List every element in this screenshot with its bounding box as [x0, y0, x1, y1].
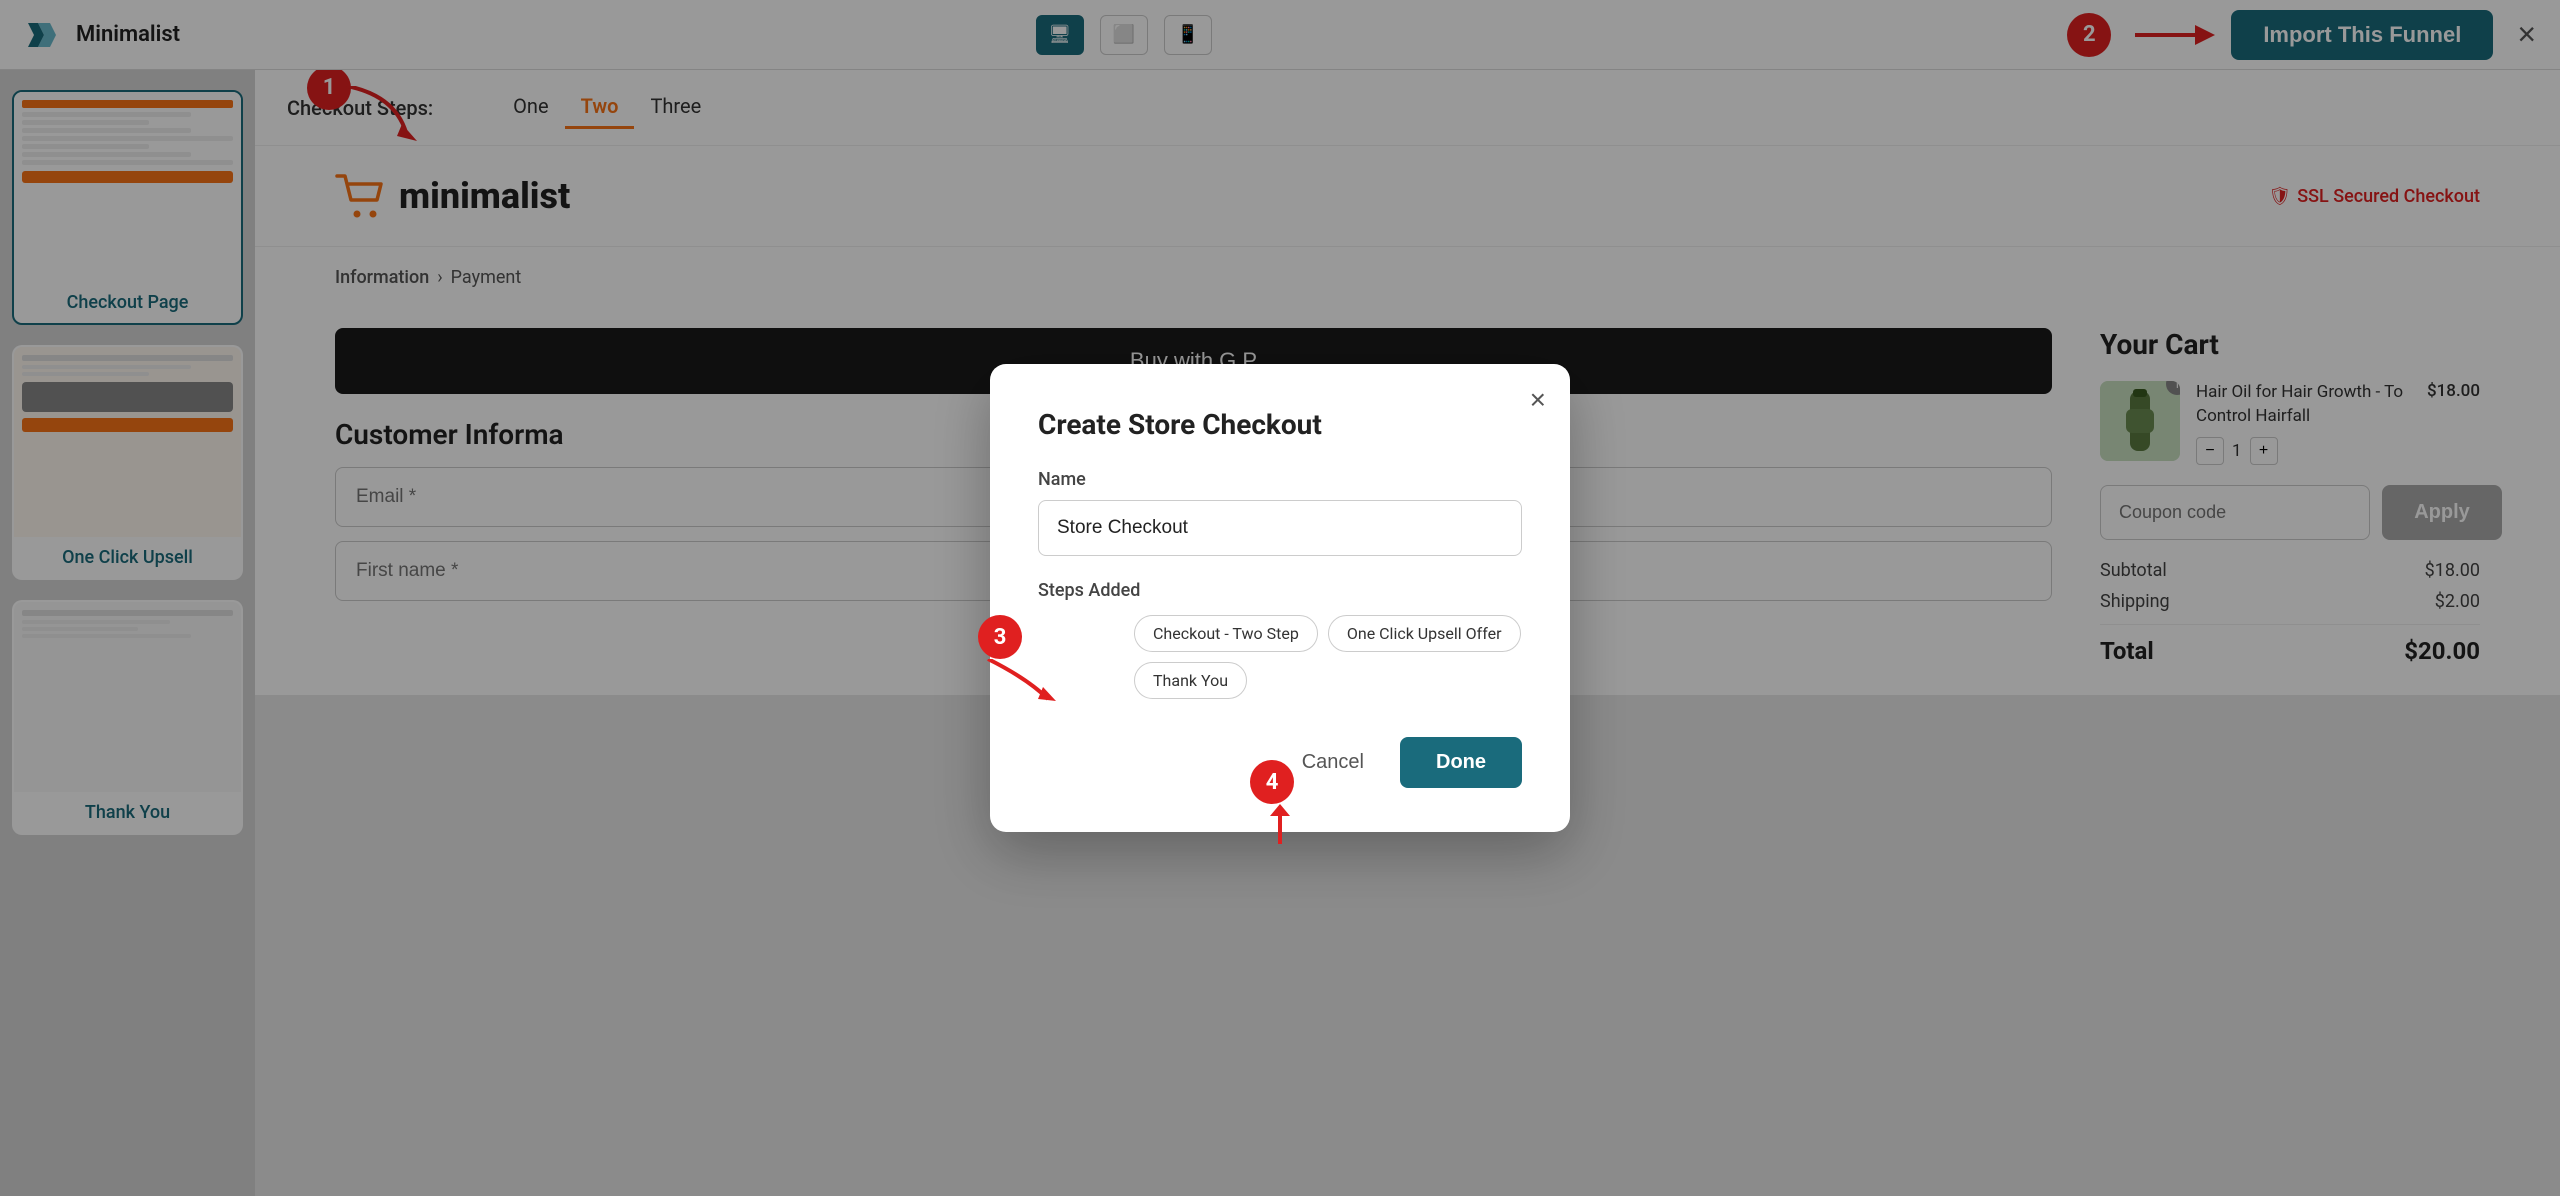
create-checkout-modal: Create Store Checkout × Name Steps Added… [990, 364, 1570, 832]
steps-chips: Checkout - Two Step One Click Upsell Off… [1134, 615, 1522, 699]
annotation-badge-4: 4 [1250, 760, 1294, 804]
chip-checkout-two-step: Checkout - Two Step [1134, 615, 1318, 652]
modal-actions: 4 Cancel Done [1038, 737, 1522, 788]
arrow-4 [1250, 804, 1310, 854]
modal-name-label: Name [1038, 469, 1522, 490]
modal-title: Create Store Checkout [1038, 408, 1522, 441]
steps-added-label: Steps Added [1038, 580, 1522, 601]
arrow-3 [978, 659, 1058, 709]
modal-name-input[interactable] [1038, 500, 1522, 556]
chip-upsell-offer: One Click Upsell Offer [1328, 615, 1521, 652]
modal-close-btn[interactable]: × [1530, 384, 1546, 416]
chip-thank-you: Thank You [1134, 662, 1247, 699]
annotation-badge-3: 3 [978, 615, 1022, 659]
modal-done-btn[interactable]: Done [1400, 737, 1522, 788]
modal-overlay: Create Store Checkout × Name Steps Added… [0, 0, 2560, 1196]
